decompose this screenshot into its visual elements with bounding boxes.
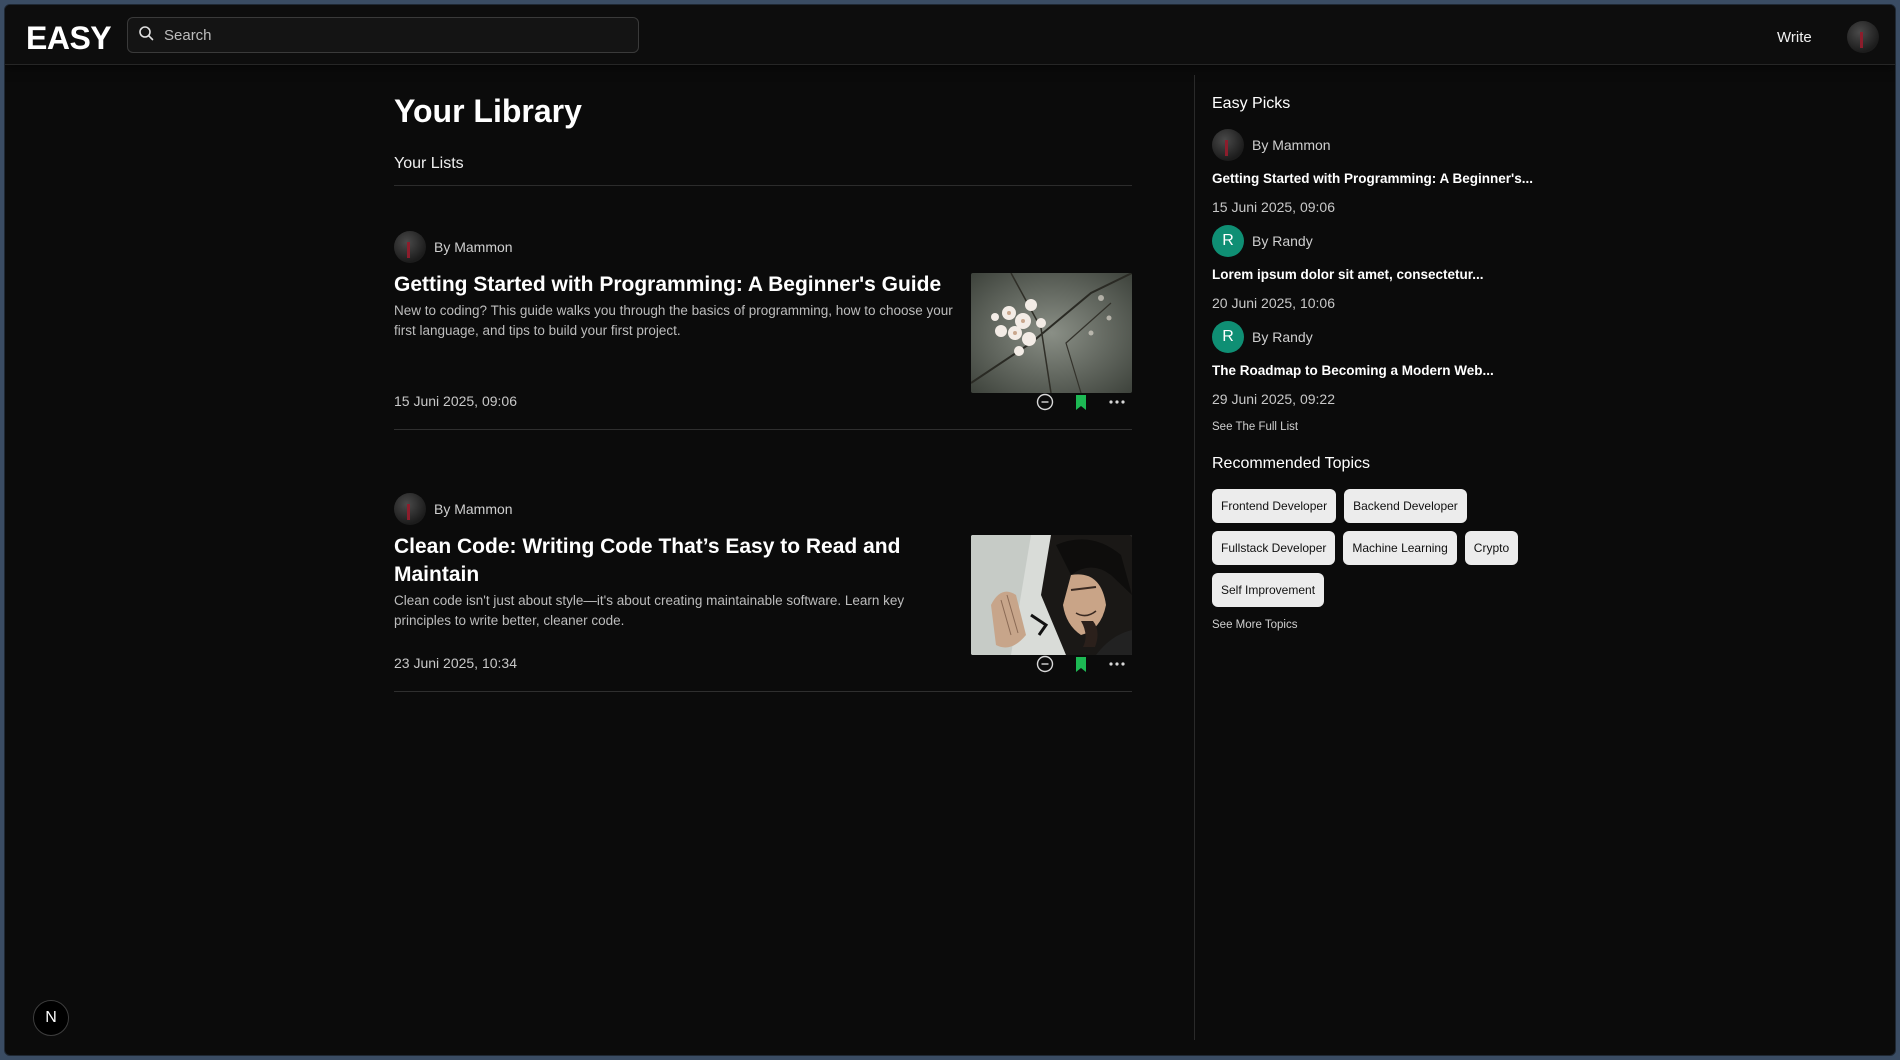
topic-chip[interactable]: Crypto [1464,531,1519,565]
pick-author[interactable]: R By Randy [1212,321,1313,353]
search-icon [138,25,154,46]
easy-picks-heading: Easy Picks [1212,95,1291,112]
bookmark-icon[interactable] [1072,393,1090,411]
pick-date: 29 Juni 2025, 09:22 [1212,391,1335,407]
top-navbar: EASY Write [5,5,1895,65]
divider [394,185,1132,186]
divider [394,691,1132,692]
author-avatar [394,493,426,525]
author-name: By Randy [1252,233,1313,249]
app-window: EASY Write Your Library Your Lists By Ma… [4,4,1896,1056]
dev-tools-badge[interactable]: N [33,1000,69,1036]
remove-circle-icon[interactable] [1036,393,1054,411]
author-avatar: R [1212,321,1244,353]
pick-item[interactable]: R By Randy Lorem ipsum dolor sit amet, c… [1212,225,1592,321]
article-title[interactable]: Clean Code: Writing Code That’s Easy to … [394,533,954,589]
topic-chip[interactable]: Self Improvement [1212,573,1325,607]
author-name: By Mammon [434,239,513,255]
topic-chip[interactable]: Backend Developer [1344,489,1467,523]
topic-chip[interactable]: Machine Learning [1343,531,1457,565]
pick-title[interactable]: Getting Started with Programming: A Begi… [1212,171,1592,186]
article-thumbnail[interactable] [971,273,1132,393]
divider [394,429,1132,430]
pick-title[interactable]: Lorem ipsum dolor sit amet, consectetur.… [1212,267,1592,282]
logo[interactable]: EASY [26,20,112,57]
article-thumbnail[interactable] [971,535,1132,655]
recommended-topics-heading: Recommended Topics [1212,455,1371,472]
user-avatar[interactable] [1847,21,1879,53]
search-input[interactable] [164,26,624,44]
article-actions [1036,393,1126,411]
pick-author[interactable]: By Mammon [1212,129,1331,161]
remove-circle-icon[interactable] [1036,655,1054,673]
search-box[interactable] [127,17,639,53]
pick-date: 20 Juni 2025, 10:06 [1212,295,1335,311]
article-excerpt: New to coding? This guide walks you thro… [394,303,953,338]
topic-chip[interactable]: Frontend Developer [1212,489,1337,523]
pick-item[interactable]: By Mammon Getting Started with Programmi… [1212,129,1592,225]
article-author[interactable]: By Mammon [394,231,513,263]
article-date: 23 Juni 2025, 10:34 [394,655,517,671]
more-icon[interactable] [1108,393,1126,411]
topic-chip[interactable]: Fullstack Developer [1212,531,1336,565]
page-title: Your Library [394,93,582,129]
pick-item[interactable]: R By Randy The Roadmap to Becoming a Mod… [1212,321,1592,417]
pick-author[interactable]: R By Randy [1212,225,1313,257]
author-avatar [394,231,426,263]
article-author[interactable]: By Mammon [394,493,513,525]
topic-chips: Frontend Developer Backend Developer Ful… [1212,489,1592,607]
more-icon[interactable] [1108,655,1126,673]
write-link[interactable]: Write [1777,29,1812,46]
pick-title[interactable]: The Roadmap to Becoming a Modern Web... [1212,363,1592,378]
bookmark-icon[interactable] [1072,655,1090,673]
pick-date: 15 Juni 2025, 09:06 [1212,199,1335,215]
article-title[interactable]: Getting Started with Programming: A Begi… [394,271,954,299]
author-name: By Mammon [434,501,513,517]
author-avatar [1212,129,1244,161]
article-card[interactable]: By Mammon Clean Code: Writing Code That’… [394,493,1132,753]
author-name: By Randy [1252,329,1313,345]
article-actions [1036,655,1126,673]
author-avatar: R [1212,225,1244,257]
article-excerpt: Clean code isn't just about style—it's a… [394,593,905,628]
sidebar-divider [1194,75,1195,1040]
see-more-topics-link[interactable]: See More Topics [1212,619,1297,631]
tab-your-lists[interactable]: Your Lists [394,155,464,173]
see-full-list-link[interactable]: See The Full List [1212,421,1298,433]
author-name: By Mammon [1252,137,1331,153]
article-card[interactable]: By Mammon Getting Started with Programmi… [394,231,1132,491]
article-date: 15 Juni 2025, 09:06 [394,393,517,409]
